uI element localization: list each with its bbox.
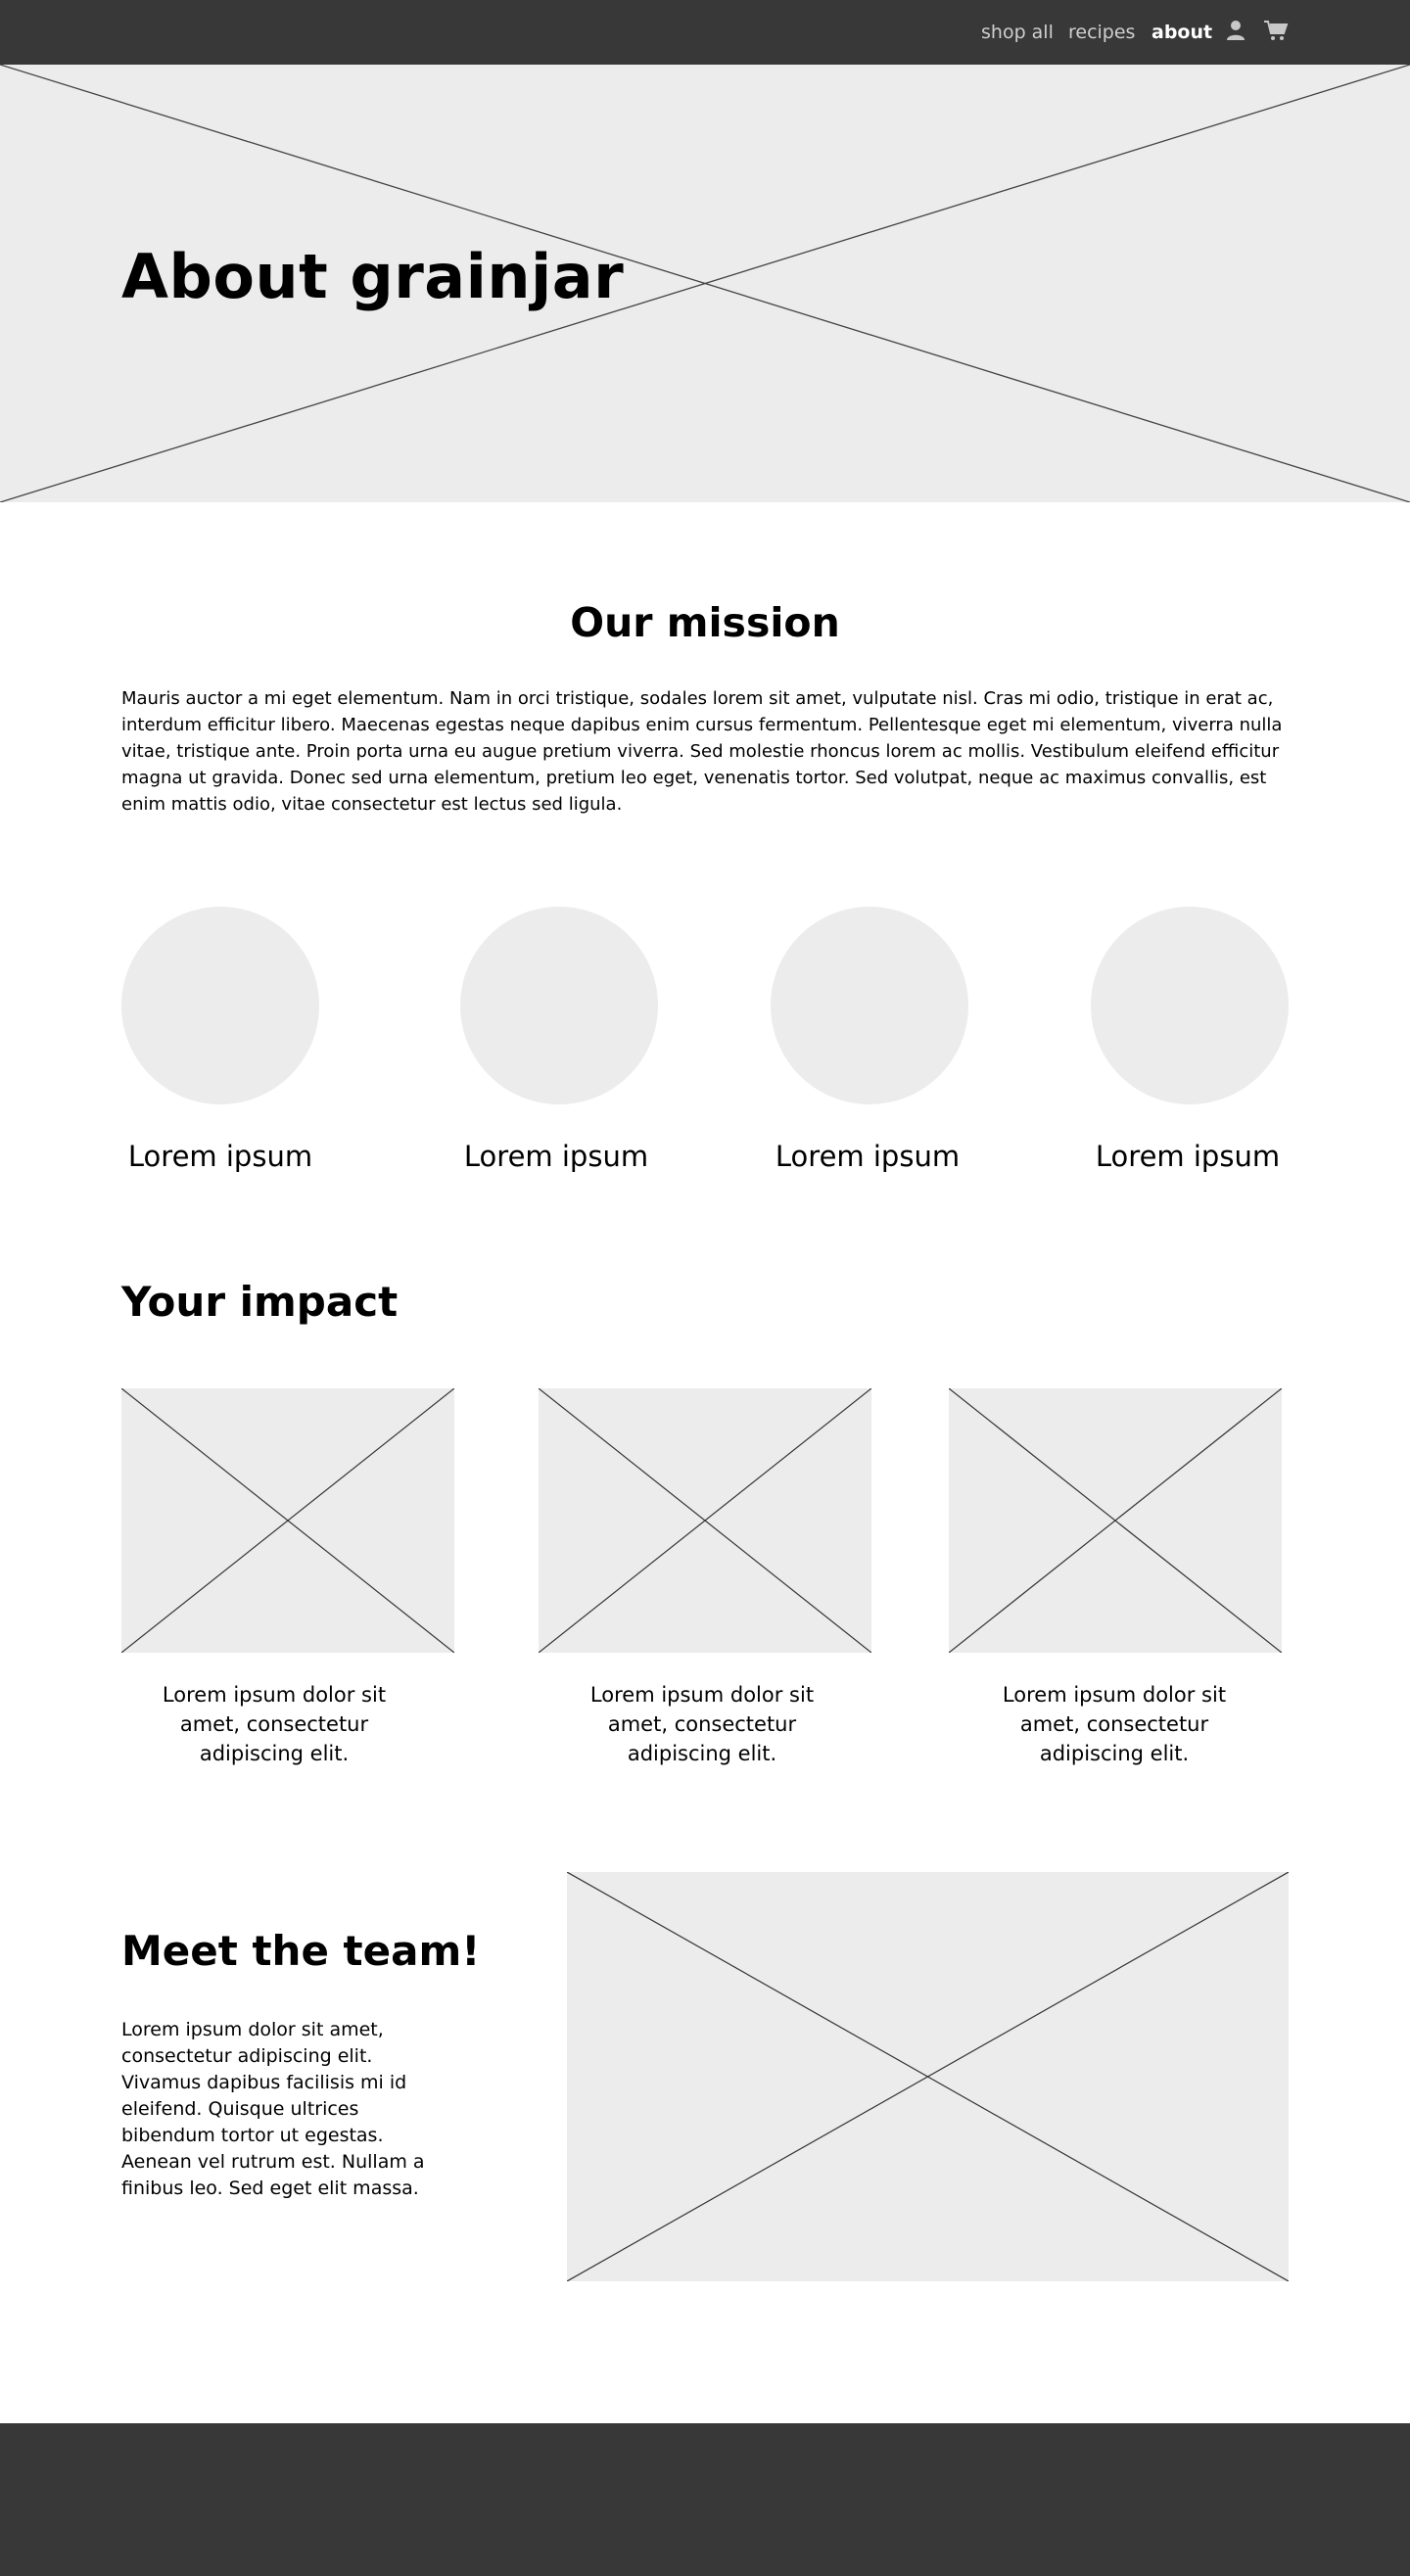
- footer: [0, 2423, 1410, 2576]
- nav-link-recipes[interactable]: recipes: [1068, 22, 1135, 43]
- impact-image-placeholder: [539, 1388, 871, 1653]
- value-label: Lorem ipsum: [775, 1140, 961, 1173]
- value-image-placeholder: [1091, 907, 1289, 1104]
- top-nav: shop all recipes about: [0, 0, 1410, 65]
- team-image-placeholder: [567, 1872, 1289, 2281]
- value-label: Lorem ipsum: [1095, 1140, 1281, 1173]
- impact-caption: Lorem ipsum dolor sit amet, consectetur …: [1002, 1683, 1227, 1765]
- value-label: Lorem ipsum: [127, 1140, 313, 1173]
- value-label: Lorem ipsum: [463, 1140, 649, 1173]
- team-text: Lorem ipsum dolor sit amet, consectetur …: [121, 2019, 425, 2199]
- team-heading: Meet the team!: [121, 1927, 481, 1975]
- nav-link-about[interactable]: about: [1152, 22, 1212, 43]
- mission-heading: Our mission: [570, 599, 840, 646]
- impact-caption: Lorem ipsum dolor sit amet, consectetur …: [589, 1683, 815, 1765]
- mission-text: Mauris auctor a mi eget elementum. Nam i…: [121, 688, 1283, 815]
- value-image-placeholder: [121, 907, 319, 1104]
- value-image-placeholder: [771, 907, 968, 1104]
- page-title: About grainjar: [121, 241, 625, 312]
- user-icon[interactable]: [1224, 19, 1247, 42]
- impact-heading: Your impact: [121, 1278, 399, 1326]
- impact-image-placeholder: [121, 1388, 454, 1653]
- impact-caption: Lorem ipsum dolor sit amet, consectetur …: [162, 1683, 387, 1765]
- cart-icon[interactable]: [1263, 19, 1289, 42]
- value-image-placeholder: [460, 907, 658, 1104]
- impact-image-placeholder: [949, 1388, 1282, 1653]
- nav-link-shop-all[interactable]: shop all: [981, 22, 1054, 43]
